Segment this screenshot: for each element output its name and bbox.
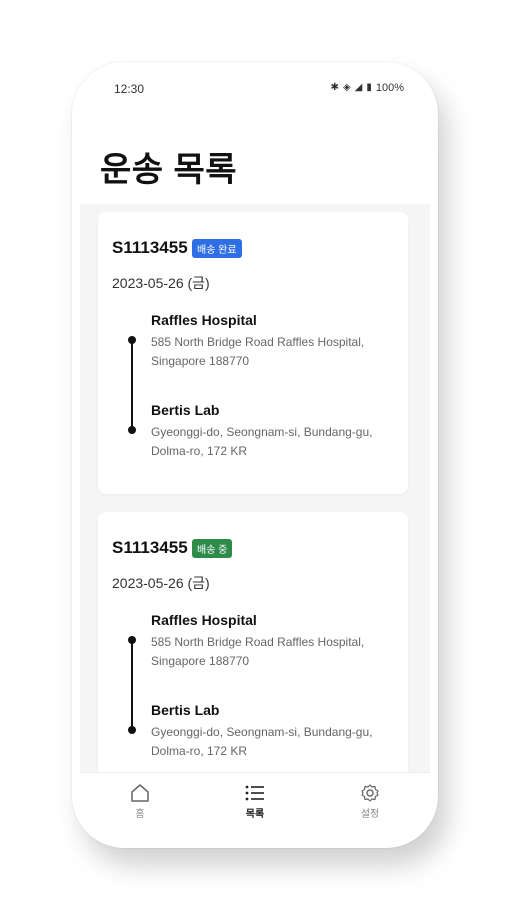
status-badge: 배송 중 <box>192 539 233 558</box>
origin-dot <box>128 636 136 644</box>
route-line <box>131 339 133 430</box>
destination-dot <box>128 426 136 434</box>
home-icon <box>110 783 170 803</box>
shipment-date: 2023-05-26 (금) <box>112 575 210 591</box>
status-bar: 12:30 ✱ ◈ ◢ ▮ 100% <box>80 70 430 110</box>
origin-dot <box>128 336 136 344</box>
shipment-id: S1113455 <box>112 238 188 257</box>
phone-screen: 12:30 ✱ ◈ ◢ ▮ 100% 운송 목록 S1113455 배송 완료 <box>80 70 430 840</box>
route-line <box>131 639 133 730</box>
origin-address: 585 North Bridge Road Raffles Hospital, … <box>151 635 365 668</box>
origin-name: Raffles Hospital <box>151 312 257 328</box>
phone-frame: 12:30 ✱ ◈ ◢ ▮ 100% 운송 목록 S1113455 배송 완료 <box>72 62 438 848</box>
shipment-card[interactable]: S1113455 배송 중 2023-05-26 (금) Raffles Hos… <box>98 512 408 794</box>
bluetooth-icon: ✱ <box>330 82 339 93</box>
bottom-nav: 홈 목록 설정 <box>80 772 430 840</box>
shipment-card[interactable]: S1113455 배송 완료 2023-05-26 (금) Raffles Ho… <box>98 212 408 494</box>
list-icon <box>225 783 285 803</box>
nav-settings[interactable]: 설정 <box>340 783 400 820</box>
origin-address: 585 North Bridge Road Raffles Hospital, … <box>151 335 365 368</box>
battery-percent: 100% <box>375 82 404 94</box>
destination-dot <box>128 726 136 734</box>
nav-settings-label: 설정 <box>360 809 380 820</box>
destination-address: Gyeonggi-do, Seongnam-si, Bundang-gu, Do… <box>151 725 373 758</box>
shipment-date: 2023-05-26 (금) <box>112 275 210 291</box>
nav-home[interactable]: 홈 <box>110 783 170 820</box>
destination-address: Gyeonggi-do, Seongnam-si, Bundang-gu, Do… <box>151 425 373 458</box>
origin-name: Raffles Hospital <box>151 612 257 628</box>
gear-icon <box>340 783 400 803</box>
shipment-list: S1113455 배송 완료 2023-05-26 (금) Raffles Ho… <box>98 212 408 812</box>
shipment-id: S1113455 <box>112 538 188 557</box>
stage: 12:30 ✱ ◈ ◢ ▮ 100% 운송 목록 S1113455 배송 완료 <box>0 0 506 900</box>
destination-name: Bertis Lab <box>151 702 220 718</box>
status-icons: ✱ ◈ ◢ ▮ 100% <box>331 82 404 94</box>
nav-list-label: 목록 <box>245 809 265 820</box>
destination-name: Bertis Lab <box>151 402 220 418</box>
header: 12:30 ✱ ◈ ◢ ▮ 100% 운송 목록 <box>80 70 430 204</box>
page-title: 운송 목록 <box>100 151 238 189</box>
signal-icon: ◢ <box>354 82 363 93</box>
nav-home-label: 홈 <box>135 809 145 820</box>
status-time: 12:30 <box>114 82 145 96</box>
vibrate-icon: ◈ <box>342 82 351 93</box>
nav-list[interactable]: 목록 <box>225 783 285 820</box>
battery-icon: ▮ <box>366 82 372 93</box>
status-badge: 배송 완료 <box>192 239 242 258</box>
